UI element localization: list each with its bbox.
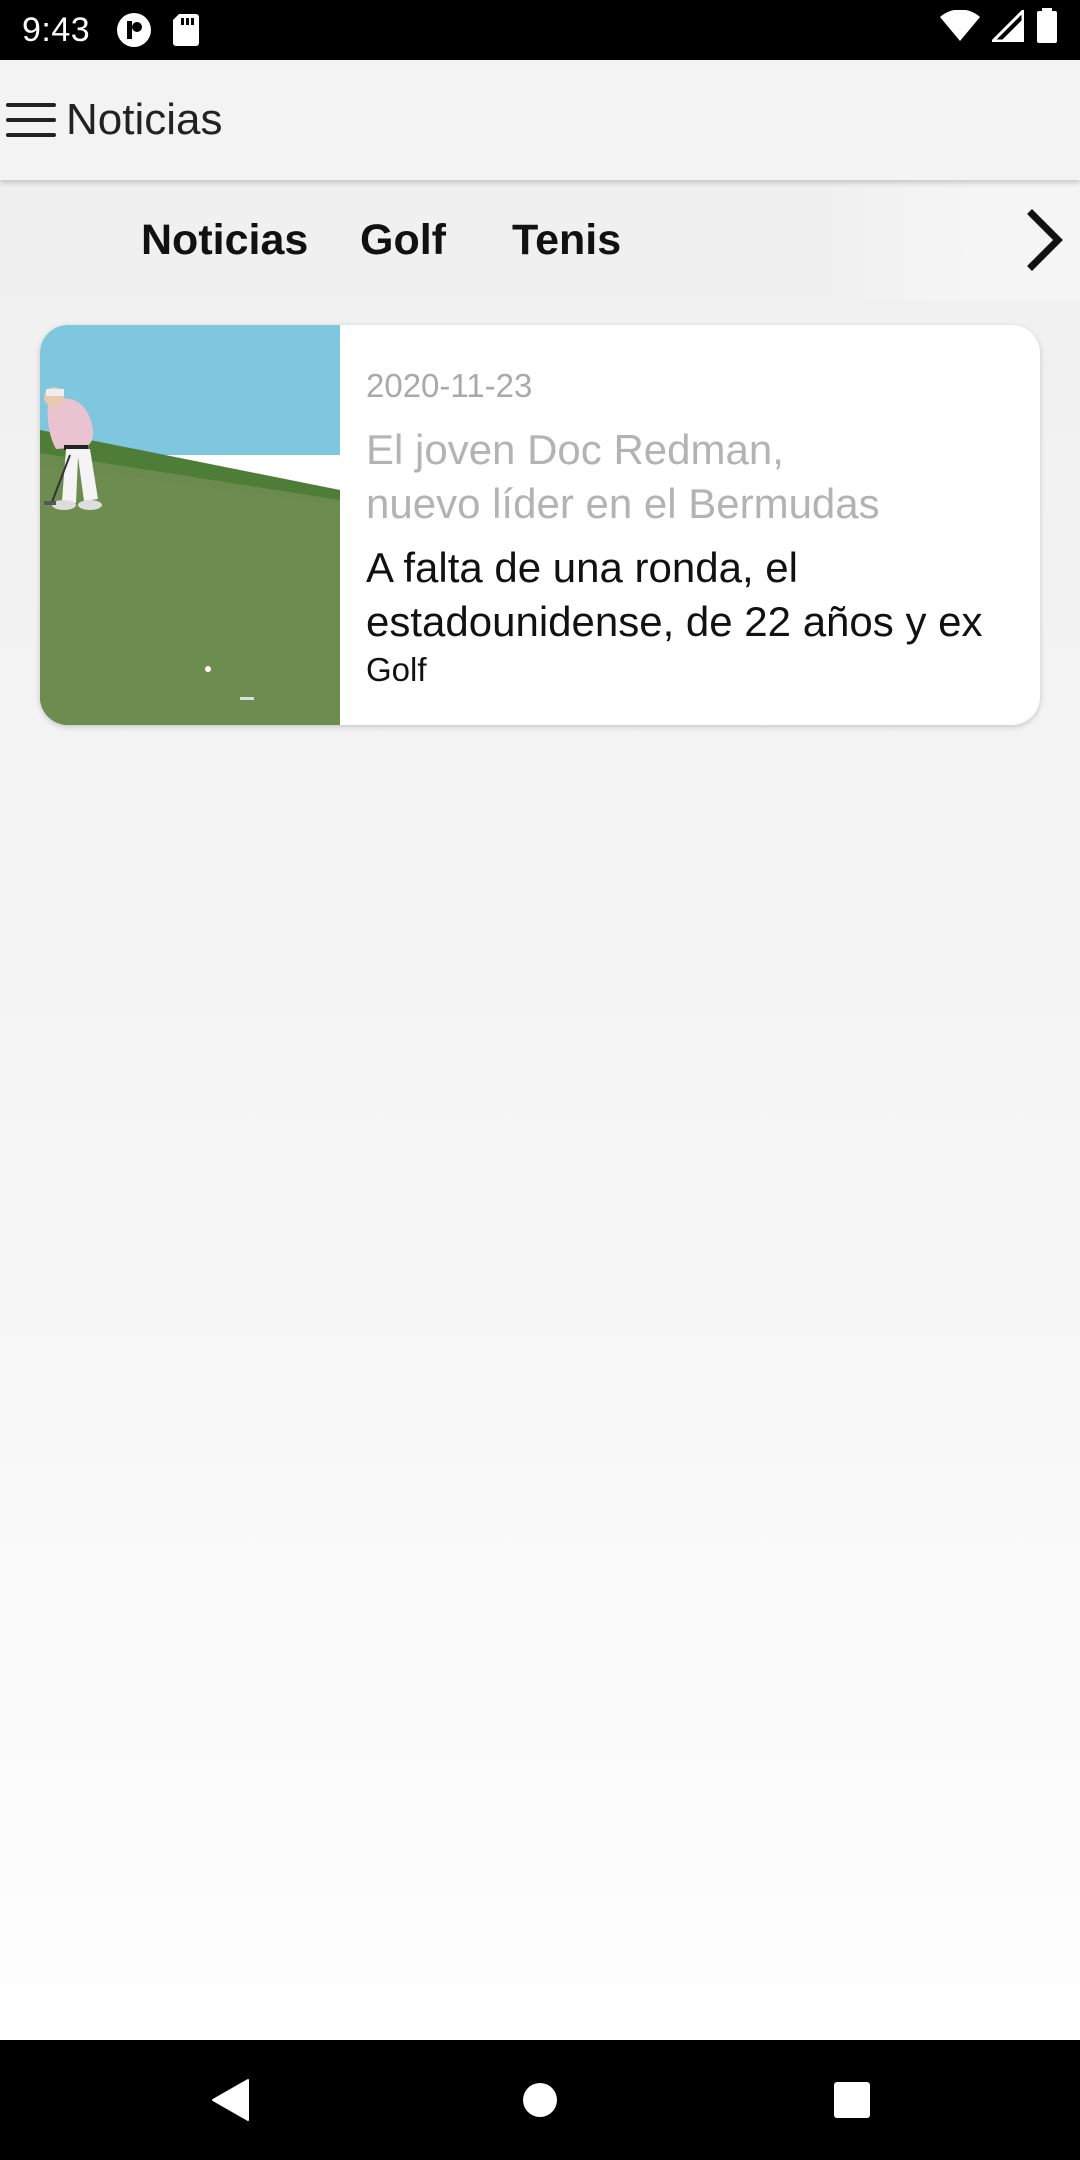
battery-icon: [1036, 7, 1058, 53]
article-category: Golf: [366, 651, 427, 688]
article-title: El joven Doc Redman, nuevo líder en el B…: [366, 423, 1040, 531]
golfer-putting-image: [40, 325, 340, 725]
status-time: 9:43: [22, 10, 91, 49]
recents-icon[interactable]: [802, 2040, 902, 2160]
article-title-line-2: nuevo líder en el Bermudas: [366, 480, 880, 527]
status-bar: 9:43: [0, 0, 1080, 60]
category-tab-strip: Noticias Golf Tenis: [0, 180, 1080, 300]
wifi-icon: [940, 8, 980, 51]
menu-icon[interactable]: [6, 100, 56, 140]
news-card[interactable]: 2020-11-23 El joven Doc Redman, nuevo lí…: [40, 325, 1040, 725]
news-card-body: 2020-11-23 El joven Doc Redman, nuevo lí…: [340, 325, 1040, 725]
cellular-signal-icon: [989, 6, 1025, 51]
system-navigation-bar: [0, 2040, 1080, 2160]
article-title-line-1: El joven Doc Redman,: [366, 426, 784, 473]
status-icons-right: [940, 0, 1058, 60]
tab-noticias[interactable]: Noticias: [141, 180, 308, 300]
chevron-right-icon[interactable]: [1020, 208, 1070, 272]
article-summary: A falta de una ronda, el estadounidense,…: [366, 541, 1040, 649]
sd-card-icon: [172, 13, 200, 47]
app-notification-icon: [116, 12, 152, 48]
back-icon[interactable]: [180, 2040, 280, 2160]
page-title: Noticias: [66, 95, 223, 144]
app-bar: Noticias: [0, 60, 1080, 180]
tab-tenis[interactable]: Tenis: [512, 180, 621, 300]
home-icon[interactable]: [490, 2040, 590, 2160]
article-summary-line-1: A falta de una ronda, el: [366, 544, 798, 591]
article-summary-line-2: estadounidense, de 22 años y ex: [366, 598, 983, 645]
tab-golf[interactable]: Golf: [360, 180, 446, 300]
article-date: 2020-11-23: [366, 367, 533, 404]
